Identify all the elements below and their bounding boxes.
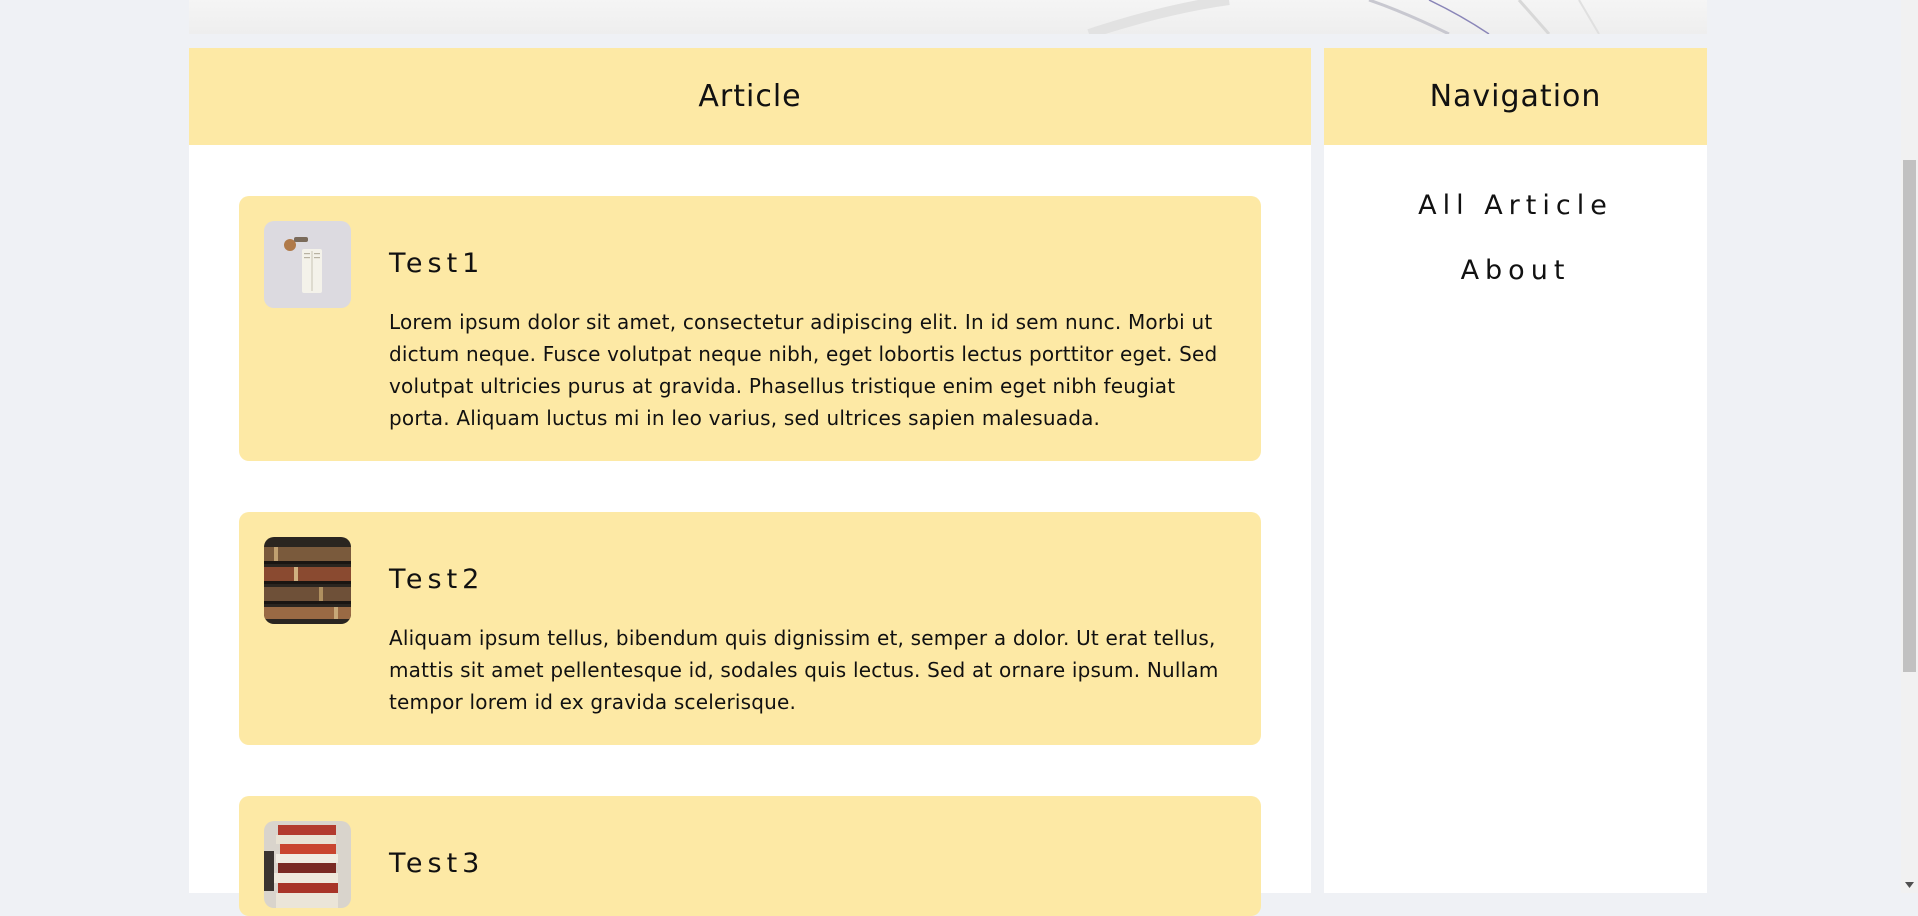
book-on-desk-image: [264, 221, 351, 308]
hero-decoration-image: [1087, 0, 1600, 34]
navigation-menu: All Article About: [1324, 145, 1707, 303]
navigation-panel-title: Navigation: [1324, 48, 1707, 145]
article-card[interactable]: Test1 Lorem ipsum dolor sit amet, consec…: [239, 196, 1261, 461]
article-card[interactable]: Test2 Aliquam ipsum tellus, bibendum qui…: [239, 512, 1261, 745]
navigation-panel: Navigation All Article About: [1324, 48, 1707, 893]
article-excerpt: Aliquam ipsum tellus, bibendum quis dign…: [389, 626, 1219, 714]
page-scrollbar[interactable]: [1901, 0, 1918, 893]
article-thumbnail: [264, 537, 351, 624]
article-panel-title: Article: [189, 48, 1311, 145]
article-thumbnail: [264, 221, 351, 308]
article-excerpt: Lorem ipsum dolor sit amet, consectetur …: [389, 310, 1218, 430]
hero-banner: [189, 0, 1707, 34]
article-title[interactable]: Test1: [389, 248, 484, 279]
article-thumbnail: [264, 821, 351, 908]
article-panel: Article Test1 Lorem ipsum dolor sit amet…: [189, 48, 1311, 916]
article-title[interactable]: Test2: [389, 564, 484, 595]
library-shelves-image: [264, 537, 351, 624]
nav-link-all-article[interactable]: All Article: [1324, 173, 1707, 238]
nav-link-about[interactable]: About: [1324, 238, 1707, 303]
scrollbar-thumb[interactable]: [1903, 160, 1916, 672]
scroll-down-arrow-icon[interactable]: [1901, 876, 1918, 893]
article-title[interactable]: Test3: [389, 848, 484, 879]
book-stack-image: [264, 821, 351, 908]
article-card[interactable]: Test3: [239, 796, 1261, 916]
